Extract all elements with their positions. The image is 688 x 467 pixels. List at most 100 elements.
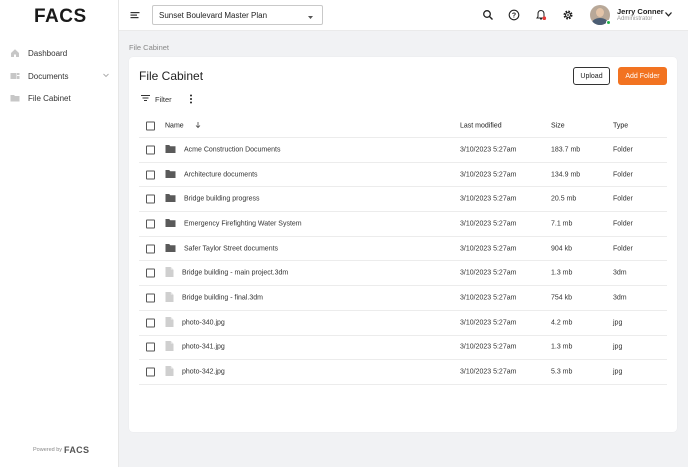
table-row[interactable]: photo-342.jpg 3/10/2023 5:27am 5.3 mb jp… — [139, 360, 667, 385]
column-type-header[interactable]: Type — [613, 122, 628, 129]
user-menu-chevron-icon[interactable] — [664, 11, 673, 20]
more-options-icon[interactable] — [188, 94, 194, 104]
row-name-cell[interactable]: Bridge building progress — [165, 194, 260, 205]
file-cabinet-card: File Cabinet Upload Add Folder Filter Na… — [129, 57, 677, 432]
table-row[interactable]: Emergency Firefighting Water System 3/10… — [139, 212, 667, 237]
powered-by: Powered by FACS — [33, 445, 89, 455]
row-type: 3dm — [613, 269, 627, 277]
row-size: 134.9 mb — [551, 171, 581, 179]
row-name-cell[interactable]: Acme Construction Documents — [165, 144, 280, 155]
row-name-cell[interactable]: Architecture documents — [165, 169, 258, 180]
row-name-cell[interactable]: photo-342.jpg — [165, 366, 225, 379]
row-checkbox[interactable] — [146, 219, 155, 229]
sidebar: FACS Dashboard Documents File Cabinet Po… — [0, 0, 119, 467]
row-size: 904 kb — [551, 245, 573, 253]
column-name-header[interactable]: Name — [165, 121, 201, 130]
row-type: jpg — [613, 319, 623, 327]
row-checkbox[interactable] — [146, 244, 155, 254]
row-name: photo-342.jpg — [182, 368, 225, 376]
table-body: Acme Construction Documents 3/10/2023 5:… — [139, 138, 667, 385]
folder-icon — [165, 194, 176, 205]
row-checkbox[interactable] — [146, 367, 155, 377]
row-type: Folder — [613, 171, 633, 179]
home-icon — [10, 48, 20, 58]
search-icon[interactable] — [482, 9, 494, 21]
row-size: 1.3 mb — [551, 343, 573, 351]
row-checkbox[interactable] — [146, 268, 155, 278]
filter-icon — [141, 94, 150, 104]
sort-down-arrow-icon — [195, 121, 201, 130]
table-header: Name Last modified Size Type — [139, 114, 667, 138]
chevron-down-icon[interactable] — [102, 71, 110, 81]
row-modified: 3/10/2023 5:27am — [460, 146, 517, 154]
row-type: Folder — [613, 146, 633, 154]
row-name-cell[interactable]: photo-341.jpg — [165, 341, 225, 354]
column-modified-header[interactable]: Last modified — [460, 122, 502, 129]
sidebar-item-label: File Cabinet — [28, 93, 71, 103]
project-select[interactable]: Sunset Boulevard Master Plan — [152, 5, 323, 25]
table-row[interactable]: photo-340.jpg 3/10/2023 5:27am 4.2 mb jp… — [139, 311, 667, 336]
table-row[interactable]: Architecture documents 3/10/2023 5:27am … — [139, 163, 667, 188]
online-status-dot — [606, 20, 611, 25]
row-checkbox[interactable] — [146, 342, 155, 352]
row-name-cell[interactable]: Emergency Firefighting Water System — [165, 218, 302, 229]
documents-icon — [10, 71, 20, 81]
row-type: jpg — [613, 343, 623, 351]
table-row[interactable]: Safer Taylor Street documents 3/10/2023 … — [139, 237, 667, 262]
row-modified: 3/10/2023 5:27am — [460, 294, 517, 302]
table-row[interactable]: Bridge building progress 3/10/2023 5:27a… — [139, 187, 667, 213]
row-type: Folder — [613, 245, 633, 253]
row-checkbox[interactable] — [146, 194, 155, 204]
upload-button[interactable]: Upload — [573, 67, 610, 85]
sidebar-item-dashboard[interactable]: Dashboard — [10, 46, 112, 60]
add-folder-button[interactable]: Add Folder — [618, 67, 667, 85]
table-row[interactable]: Bridge building - main project.3dm 3/10/… — [139, 261, 667, 287]
row-name: Architecture documents — [184, 171, 258, 179]
file-icon — [165, 341, 174, 354]
menu-icon[interactable] — [130, 10, 140, 20]
row-modified: 3/10/2023 5:27am — [460, 171, 517, 179]
table-row[interactable]: photo-341.jpg 3/10/2023 5:27am 1.3 mb jp… — [139, 336, 667, 361]
row-name: Emergency Firefighting Water System — [184, 220, 302, 228]
user-role: Administrator — [617, 16, 653, 22]
row-size: 1.3 mb — [551, 269, 573, 277]
settings-icon[interactable] — [562, 9, 574, 21]
row-name-cell[interactable]: Bridge building - main project.3dm — [165, 267, 288, 280]
column-size-header[interactable]: Size — [551, 122, 565, 129]
top-bar: Sunset Boulevard Master Plan ? Jerry Con… — [119, 0, 688, 31]
table-row[interactable]: Bridge building - final.3dm 3/10/2023 5:… — [139, 286, 667, 311]
breadcrumb[interactable]: File Cabinet — [129, 43, 169, 52]
sidebar-item-documents[interactable]: Documents — [10, 69, 112, 83]
sidebar-item-label: Documents — [28, 71, 69, 81]
file-icon — [165, 316, 174, 329]
row-size: 20.5 mb — [551, 195, 577, 203]
row-modified: 3/10/2023 5:27am — [460, 269, 517, 277]
caret-down-icon — [307, 13, 314, 22]
row-modified: 3/10/2023 5:27am — [460, 343, 517, 351]
row-checkbox[interactable] — [146, 145, 155, 155]
notifications-icon[interactable] — [535, 9, 547, 21]
row-type: jpg — [613, 368, 623, 376]
row-checkbox[interactable] — [146, 170, 155, 180]
sidebar-item-file-cabinet[interactable]: File Cabinet — [10, 91, 112, 105]
file-icon — [165, 267, 174, 280]
powered-by-label: Powered by — [33, 447, 63, 453]
row-checkbox[interactable] — [146, 293, 155, 303]
row-name-cell[interactable]: Bridge building - final.3dm — [165, 291, 263, 304]
row-modified: 3/10/2023 5:27am — [460, 195, 517, 203]
filter-button[interactable]: Filter — [141, 94, 172, 104]
row-checkbox[interactable] — [146, 318, 155, 328]
row-size: 5.3 mb — [551, 368, 573, 376]
table-row[interactable]: Acme Construction Documents 3/10/2023 5:… — [139, 138, 667, 163]
row-name: photo-340.jpg — [182, 319, 225, 327]
facs-logo[interactable]: FACS — [34, 6, 87, 28]
row-name-cell[interactable]: photo-340.jpg — [165, 316, 225, 329]
select-all-checkbox[interactable] — [146, 121, 155, 130]
column-name-label: Name — [165, 122, 184, 129]
file-table: Name Last modified Size Type Acme Constr… — [139, 114, 667, 385]
row-modified: 3/10/2023 5:27am — [460, 368, 517, 376]
row-type: 3dm — [613, 294, 627, 302]
help-icon[interactable]: ? — [508, 9, 520, 21]
row-name-cell[interactable]: Safer Taylor Street documents — [165, 243, 278, 254]
row-size: 183.7 mb — [551, 146, 581, 154]
